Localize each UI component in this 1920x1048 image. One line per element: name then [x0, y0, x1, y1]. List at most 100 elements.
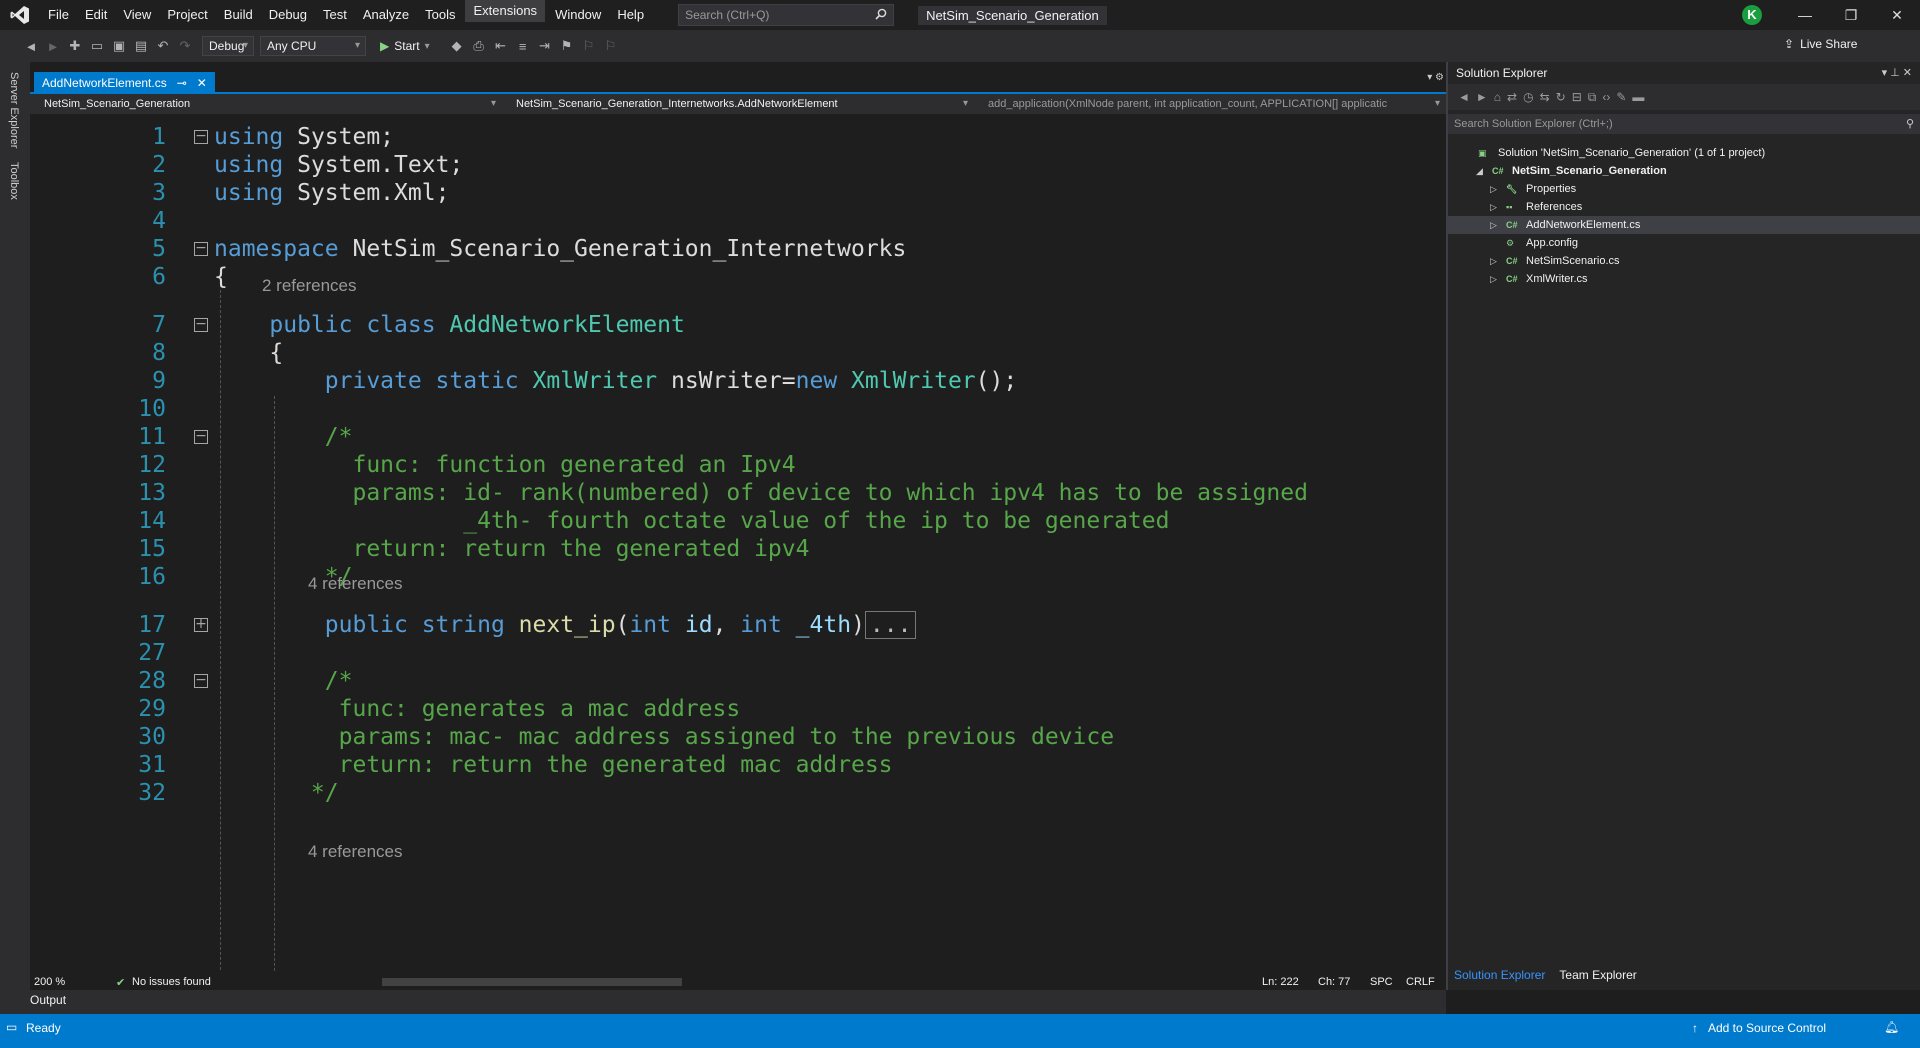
- tree-item[interactable]: ▷ ▪▪ References: [1448, 198, 1920, 216]
- tree-item[interactable]: ▷ C# NetSimScenario.cs: [1448, 252, 1920, 270]
- add-to-source-control[interactable]: Add to Source Control: [1708, 1021, 1826, 1035]
- code-view[interactable]: 1− using System; 2 using System.Text; 3 using…: [30, 116, 1430, 972]
- collapsed-arrow-icon[interactable]: ▷: [1490, 180, 1497, 198]
- restore-button[interactable]: ❐: [1828, 0, 1874, 30]
- sync-icon[interactable]: ⇆: [1540, 90, 1550, 104]
- line-ending-indicator[interactable]: CRLF: [1406, 976, 1435, 988]
- properties-icon[interactable]: ✎: [1616, 90, 1626, 104]
- collapsed-arrow-icon[interactable]: ▷: [1490, 198, 1497, 216]
- redo-icon[interactable]: ↷: [174, 35, 196, 57]
- codelens-references[interactable]: 2 references: [262, 274, 357, 298]
- menu-analyze[interactable]: Analyze: [355, 0, 417, 30]
- codelens-references[interactable]: 4 references: [308, 840, 403, 864]
- menu-project[interactable]: Project: [159, 0, 215, 30]
- whitespace-indicator[interactable]: SPC: [1370, 976, 1393, 988]
- project-dropdown[interactable]: NetSim_Scenario_Generation: [30, 94, 502, 114]
- collapsed-arrow-icon[interactable]: ▷: [1490, 252, 1497, 270]
- save-icon[interactable]: ▣: [108, 35, 130, 57]
- next-bookmark-icon[interactable]: ⚐: [600, 35, 622, 57]
- tree-item[interactable]: ▣ Solution 'NetSim_Scenario_Generation' (…: [1448, 144, 1920, 162]
- menu-build[interactable]: Build: [216, 0, 261, 30]
- browser-link-icon[interactable]: ◆: [446, 35, 468, 57]
- tab-solution-explorer[interactable]: Solution Explorer: [1454, 968, 1545, 982]
- tree-item[interactable]: ⚙ App.config: [1448, 234, 1920, 252]
- tree-item[interactable]: ▷ 🔧︎ Properties: [1448, 180, 1920, 198]
- tree-item[interactable]: ▷ C# AddNetworkElement.cs: [1448, 216, 1920, 234]
- user-avatar[interactable]: K: [1742, 5, 1762, 25]
- menu-edit[interactable]: Edit: [77, 0, 115, 30]
- visual-studio-logo-icon[interactable]: [0, 0, 40, 30]
- view-code-icon[interactable]: ‹›: [1602, 90, 1610, 104]
- pin-icon[interactable]: ⊸: [177, 73, 187, 93]
- menu-help[interactable]: Help: [609, 0, 652, 30]
- live-share-button[interactable]: ⇪ Live Share: [1784, 37, 1857, 51]
- navigate-icon[interactable]: ⇤: [490, 35, 512, 57]
- close-window-button[interactable]: ✕: [1874, 0, 1920, 30]
- refresh-icon[interactable]: ↻: [1556, 90, 1566, 104]
- collapse-icon[interactable]: −: [194, 241, 208, 256]
- tree-item[interactable]: ◢ C# NetSim_Scenario_Generation: [1448, 162, 1920, 180]
- pending-changes-icon[interactable]: ◷: [1523, 90, 1533, 104]
- output-panel-tab[interactable]: Output: [0, 990, 1446, 1014]
- collapse-all-icon[interactable]: ⊟: [1572, 90, 1582, 104]
- collapsed-region[interactable]: ...: [864, 611, 917, 639]
- home-icon[interactable]: ⌂: [1494, 90, 1501, 104]
- indent-icon[interactable]: ⇥: [534, 35, 556, 57]
- code-token: using: [214, 152, 284, 178]
- toolbox-tab[interactable]: Toolbox: [8, 162, 20, 200]
- forward-icon[interactable]: ►: [1476, 90, 1488, 104]
- menu-extensions[interactable]: Extensions: [465, 0, 546, 22]
- menu-tools[interactable]: Tools: [417, 0, 463, 30]
- show-all-files-icon[interactable]: ⧉: [1588, 90, 1597, 105]
- server-explorer-tab[interactable]: Server Explorer: [8, 72, 20, 148]
- minimize-button[interactable]: —: [1782, 0, 1828, 30]
- tab-team-explorer[interactable]: Team Explorer: [1559, 968, 1636, 982]
- document-tab[interactable]: AddNetworkElement.cs ⊸ ✕: [34, 72, 215, 94]
- notifications-icon[interactable]: 🔔︎: [1884, 1020, 1899, 1034]
- open-file-icon[interactable]: ▭: [86, 35, 108, 57]
- back-icon[interactable]: ◄: [1458, 90, 1470, 104]
- horizontal-scroll-thumb[interactable]: [382, 978, 682, 986]
- preview-icon[interactable]: ▬: [1632, 90, 1644, 104]
- member-dropdown[interactable]: add_application(XmlNode parent, int appl…: [974, 94, 1446, 114]
- bookmark-icon[interactable]: ⚑: [556, 35, 578, 57]
- save-all-icon[interactable]: ▤: [130, 35, 152, 57]
- tab-overflow-icon[interactable]: ▾ ⚙: [1427, 72, 1444, 83]
- platform-dropdown[interactable]: Any CPU: [260, 36, 366, 56]
- menu-debug[interactable]: Debug: [261, 0, 315, 30]
- expand-icon[interactable]: +: [194, 617, 208, 632]
- undo-icon[interactable]: ↶: [152, 35, 174, 57]
- code-token: _4th- fourth octate value of the ip to b…: [214, 508, 1170, 534]
- menu-view[interactable]: View: [115, 0, 159, 30]
- collapse-icon[interactable]: −: [194, 429, 208, 444]
- config-dropdown[interactable]: Debug: [202, 36, 254, 56]
- menu-file[interactable]: File: [40, 0, 77, 30]
- search-input[interactable]: Search (Ctrl+Q): [678, 4, 895, 26]
- line-indicator: Ln: 222: [1262, 976, 1299, 988]
- back-icon[interactable]: ◄: [20, 35, 42, 57]
- collapse-icon[interactable]: −: [194, 317, 208, 332]
- new-project-icon[interactable]: ✚: [64, 35, 86, 57]
- collapsed-arrow-icon[interactable]: ▷: [1490, 270, 1497, 288]
- collapsed-arrow-icon[interactable]: ▷: [1490, 216, 1497, 234]
- horizontal-scrollbar[interactable]: [346, 978, 1266, 986]
- menu-test[interactable]: Test: [315, 0, 355, 30]
- screenshot-icon[interactable]: ⎙: [468, 35, 490, 57]
- type-dropdown[interactable]: NetSim_Scenario_Generation_Internetworks…: [502, 94, 974, 114]
- close-tab-icon[interactable]: ✕: [197, 73, 207, 93]
- tree-item[interactable]: ▷ C# XmlWriter.cs: [1448, 270, 1920, 288]
- menu-window[interactable]: Window: [547, 0, 609, 30]
- issues-status[interactable]: No issues found: [132, 976, 211, 988]
- zoom-dropdown[interactable]: 200 %: [34, 976, 65, 988]
- start-button[interactable]: ▶ Start ▾: [380, 39, 430, 53]
- solution-search-input[interactable]: Search Solution Explorer (Ctrl+;) ⚲: [1448, 114, 1920, 134]
- collapse-icon[interactable]: −: [194, 673, 208, 688]
- codelens-references[interactable]: 4 references: [308, 572, 403, 596]
- forward-icon[interactable]: ►: [42, 35, 64, 57]
- align-icon[interactable]: ≡: [512, 35, 534, 57]
- panel-controls-icon[interactable]: ▾ ⊥ ✕: [1882, 62, 1912, 84]
- switch-views-icon[interactable]: ⇄: [1507, 90, 1517, 104]
- collapse-icon[interactable]: −: [194, 129, 208, 144]
- expanded-arrow-icon[interactable]: ◢: [1476, 162, 1483, 180]
- prev-bookmark-icon[interactable]: ⚐: [578, 35, 600, 57]
